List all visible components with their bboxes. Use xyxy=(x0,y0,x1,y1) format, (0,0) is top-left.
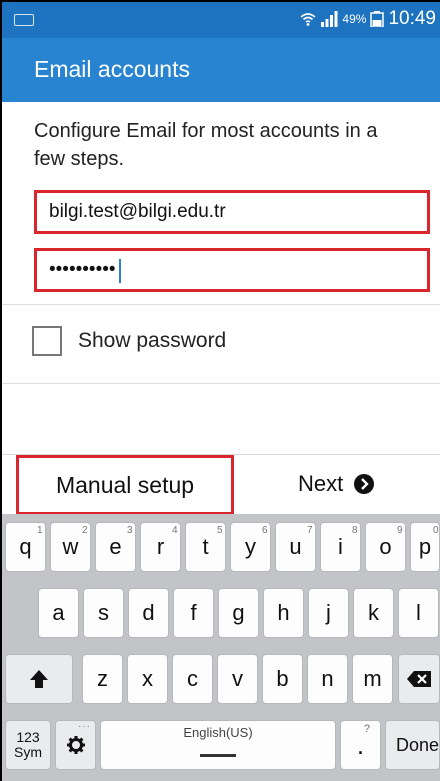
notification-icon xyxy=(14,14,34,26)
key-l[interactable]: l xyxy=(398,588,439,638)
key-q[interactable]: 1q xyxy=(5,522,46,572)
manual-setup-button[interactable]: Manual setup xyxy=(16,455,234,515)
done-key[interactable]: Done xyxy=(385,720,440,770)
status-icons: 49% 10:49 xyxy=(300,8,436,30)
status-bar: 49% 10:49 xyxy=(2,2,440,38)
sym-key[interactable]: 123 Sym xyxy=(5,720,51,770)
space-bar-icon xyxy=(200,754,236,757)
keyboard: 1q 2w 3e 4r 5t 6y 7u 8i 9o 0p a s d f g … xyxy=(2,514,440,781)
backspace-key[interactable] xyxy=(398,654,440,704)
sym-key-label: 123 Sym xyxy=(14,729,42,760)
key-o[interactable]: 9o xyxy=(365,522,406,572)
shift-arrow-icon xyxy=(30,670,48,688)
key-n[interactable]: n xyxy=(307,654,348,704)
key-h[interactable]: h xyxy=(263,588,304,638)
key-x[interactable]: x xyxy=(127,654,168,704)
key-f[interactable]: f xyxy=(173,588,214,638)
arrow-circle-right-icon xyxy=(354,474,375,494)
key-z[interactable]: z xyxy=(82,654,123,704)
key-g[interactable]: g xyxy=(218,588,259,638)
app-bar: Email accounts xyxy=(2,38,440,102)
key-e[interactable]: 3e xyxy=(95,522,136,572)
key-j[interactable]: j xyxy=(308,588,349,638)
shift-key[interactable] xyxy=(5,654,73,704)
gear-icon xyxy=(66,736,85,754)
language-label: English(US) xyxy=(183,725,253,740)
key-u[interactable]: 7u xyxy=(275,522,316,572)
next-button[interactable]: Next xyxy=(298,471,375,497)
key-t[interactable]: 5t xyxy=(185,522,226,572)
key-d[interactable]: d xyxy=(128,588,169,638)
key-m[interactable]: m xyxy=(352,654,393,704)
page-title: Email accounts xyxy=(34,56,190,82)
alt-char-hint: ? xyxy=(363,723,370,735)
key-k[interactable]: k xyxy=(353,588,394,638)
action-bar: Manual setup Next xyxy=(2,454,440,515)
key-a[interactable]: a xyxy=(38,588,79,638)
key-w[interactable]: 2w xyxy=(50,522,91,572)
key-v[interactable]: v xyxy=(217,654,258,704)
key-s[interactable]: s xyxy=(83,588,124,638)
signal-icon xyxy=(321,11,338,27)
text-cursor xyxy=(119,259,121,283)
key-b[interactable]: b xyxy=(262,654,303,704)
backspace-icon xyxy=(407,671,431,687)
more-dots: ··· xyxy=(78,721,91,732)
divider xyxy=(2,304,440,305)
settings-key[interactable]: ··· xyxy=(55,720,96,770)
key-c[interactable]: c xyxy=(172,654,213,704)
space-key[interactable]: English(US) xyxy=(100,720,336,770)
screen: 49% 10:49 Email accounts Configure Email… xyxy=(2,2,440,781)
key-r[interactable]: 4r xyxy=(140,522,181,572)
show-password-label[interactable]: Show password xyxy=(78,329,226,353)
divider xyxy=(2,383,440,384)
wifi-icon xyxy=(300,13,316,26)
battery-icon xyxy=(370,11,385,27)
setup-description: Configure Email for most accounts in a f… xyxy=(34,120,378,170)
battery-percent: 49% xyxy=(342,12,367,26)
key-p[interactable]: 0p xyxy=(410,522,440,572)
email-field[interactable] xyxy=(34,190,430,234)
period-key[interactable]: ? . xyxy=(340,720,381,770)
password-input[interactable] xyxy=(49,251,409,289)
next-label: Next xyxy=(298,471,344,496)
clock: 10:49 xyxy=(388,8,436,29)
key-y[interactable]: 6y xyxy=(230,522,271,572)
show-password-checkbox[interactable] xyxy=(32,326,62,356)
key-i[interactable]: 8i xyxy=(320,522,361,572)
email-input[interactable] xyxy=(49,193,409,231)
password-field[interactable] xyxy=(34,248,430,292)
